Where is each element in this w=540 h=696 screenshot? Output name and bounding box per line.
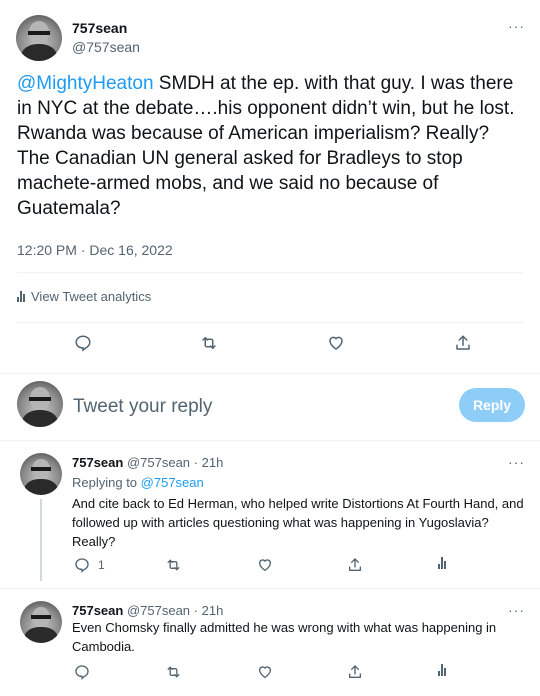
- reply-button[interactable]: 1: [74, 557, 105, 573]
- author-name[interactable]: 757sean: [72, 455, 123, 470]
- reply-icon: [75, 335, 91, 352]
- reply-age[interactable]: 21h: [202, 455, 224, 470]
- main-tweet: 757sean @757sean ··· @MightyHeaton SMDH …: [0, 0, 540, 374]
- retweet-button[interactable]: [199, 334, 219, 352]
- reply-text: And cite back to Ed Herman, who helped w…: [72, 496, 524, 549]
- analytics-label: View Tweet analytics: [31, 289, 152, 304]
- author-handle[interactable]: @757sean: [127, 455, 190, 470]
- reply-icon: [75, 558, 89, 573]
- replying-prefix: Replying to: [72, 475, 141, 490]
- replying-to-link[interactable]: @757sean: [141, 475, 204, 490]
- retweet-icon: [167, 559, 180, 571]
- heart-icon: [258, 666, 272, 679]
- divider: [17, 322, 523, 323]
- retweet-icon: [167, 666, 180, 678]
- reply-header: 757sean @757sean · 21h: [72, 603, 223, 618]
- analytics-button[interactable]: [438, 664, 446, 676]
- retweet-button[interactable]: [165, 557, 182, 573]
- reply-tweet[interactable]: 757sean @757sean · 21h ··· Replying to @…: [0, 441, 540, 588]
- analytics-button[interactable]: [438, 557, 446, 569]
- thread-line: [40, 499, 42, 581]
- dot-separator: ·: [193, 455, 198, 470]
- reply-count: 1: [98, 558, 105, 572]
- like-button[interactable]: [327, 334, 345, 352]
- author-name[interactable]: 757sean: [72, 20, 127, 36]
- mention-link[interactable]: @MightyHeaton: [17, 73, 154, 94]
- heart-icon: [258, 559, 272, 572]
- author-handle[interactable]: @757sean: [127, 603, 190, 618]
- like-button[interactable]: [257, 664, 273, 680]
- author-avatar[interactable]: [20, 453, 62, 495]
- reply-header: 757sean @757sean · 21h: [72, 455, 223, 470]
- share-icon: [349, 558, 361, 571]
- share-button[interactable]: [347, 664, 363, 680]
- like-button[interactable]: [257, 557, 273, 573]
- author-avatar[interactable]: [16, 15, 62, 61]
- more-options-icon[interactable]: ···: [508, 602, 525, 618]
- analytics-icon: [17, 291, 25, 302]
- analytics-icon: [438, 557, 446, 569]
- user-avatar[interactable]: [17, 381, 63, 427]
- share-button[interactable]: [454, 334, 472, 352]
- reply-age[interactable]: 21h: [202, 603, 224, 618]
- share-button[interactable]: [347, 557, 363, 573]
- tweet-timestamp[interactable]: 12:20 PM · Dec 16, 2022: [17, 242, 173, 258]
- replying-to: Replying to @757sean: [72, 475, 204, 490]
- tweet-body: SMDH at the ep. with that guy. I was the…: [17, 73, 515, 219]
- analytics-icon: [438, 664, 446, 676]
- reply-submit-button[interactable]: Reply: [459, 388, 525, 422]
- author-avatar[interactable]: [20, 601, 62, 643]
- reply-input[interactable]: Tweet your reply: [73, 396, 212, 418]
- reply-tweet[interactable]: 757sean @757sean · 21h ··· Even Chomsky …: [0, 589, 540, 696]
- retweet-icon: [202, 337, 216, 349]
- author-handle[interactable]: @757sean: [72, 39, 140, 55]
- reply-button[interactable]: [74, 664, 90, 680]
- dot-separator: ·: [193, 603, 198, 618]
- divider: [17, 272, 523, 273]
- reply-text: Even Chomsky finally admitted he was wro…: [72, 620, 497, 654]
- reply-composer: Tweet your reply Reply: [0, 374, 540, 440]
- share-icon: [349, 665, 361, 678]
- reply-button[interactable]: [74, 334, 92, 352]
- tweet-text: @MightyHeaton SMDH at the ep. with that …: [17, 71, 525, 221]
- more-options-icon[interactable]: ···: [508, 454, 525, 470]
- heart-icon: [329, 336, 343, 350]
- retweet-button[interactable]: [165, 664, 182, 680]
- view-analytics-link[interactable]: View Tweet analytics: [17, 289, 151, 304]
- more-options-icon[interactable]: ···: [508, 18, 525, 34]
- reply-icon: [75, 665, 89, 680]
- author-name[interactable]: 757sean: [72, 603, 123, 618]
- share-icon: [456, 335, 470, 350]
